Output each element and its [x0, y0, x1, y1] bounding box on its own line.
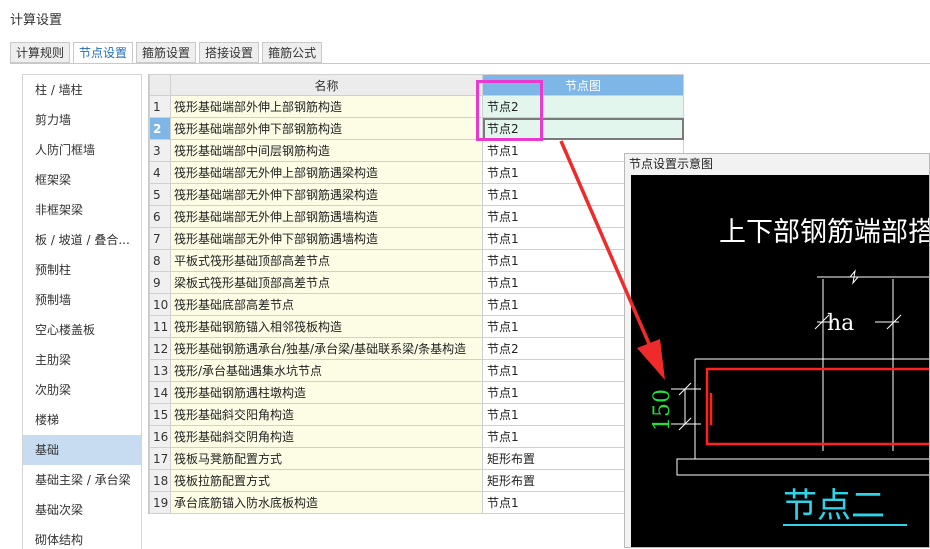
sidebar-item[interactable]: 非框架梁 [23, 195, 141, 225]
table-header-row: 名称 节点图 [149, 74, 684, 96]
red-rebar [705, 367, 929, 446]
row-number: 11 [149, 315, 171, 338]
row-number: 12 [149, 337, 171, 360]
node-settings-table: 名称 节点图 1 筏形基础端部外伸上部钢筋构造 节点2 2 筏形基础端部外伸下部钢筋构造… [148, 74, 684, 514]
table-row[interactable]: 19 承台底筋锚入防水底板构造 节点1 [149, 491, 684, 514]
table-row[interactable]: 14 筏形基础钢筋遇柱墩构造 节点1 [149, 381, 684, 404]
row-number: 8 [149, 249, 171, 272]
row-number: 17 [149, 447, 171, 470]
table-row[interactable]: 2 筏形基础端部外伸下部钢筋构造 节点2 [149, 117, 684, 140]
tab-stirrup-formula[interactable]: 箍筋公式 [262, 42, 323, 63]
row-name-cell: 筏形基础端部无外伸上部钢筋遇梁构造 [170, 161, 483, 184]
row-name-cell: 筏形基础底部高差节点 [170, 293, 483, 316]
table-row[interactable]: 15 筏形基础斜交阳角构造 节点1 [149, 403, 684, 426]
tab-stirrup-settings[interactable]: 箍筋设置 [136, 42, 197, 63]
row-number: 15 [149, 403, 171, 426]
table-row[interactable]: 16 筏形基础斜交阴角构造 节点1 [149, 425, 684, 448]
diagram-caption: 节点二 [783, 486, 885, 526]
sidebar-item[interactable]: 楼梯 [23, 405, 141, 435]
sidebar-item[interactable]: 预制柱 [23, 255, 141, 285]
table-row[interactable]: 9 梁板式筏形基础顶部高差节点 节点1 [149, 271, 684, 294]
tab-bar: 计算规则 节点设置 箍筋设置 搭接设置 箍筋公式 [10, 42, 323, 64]
table-row[interactable]: 1 筏形基础端部外伸上部钢筋构造 节点2 [149, 95, 684, 118]
row-name-cell: 筏板马凳筋配置方式 [170, 447, 483, 470]
row-name-cell: 筏形基础端部外伸上部钢筋构造 [170, 95, 483, 118]
table-row[interactable]: 10 筏形基础底部高差节点 节点1 [149, 293, 684, 316]
node-diagram-drawing: 上下部钢筋端部搭 ha 150 节点二 [650, 217, 930, 526]
table-row[interactable]: 12 筏形基础钢筋遇承台/独基/承台梁/基础联系梁/条基构造 节点2 [149, 337, 684, 360]
row-name-cell: 筏形基础钢筋锚入相邻筏板构造 [170, 315, 483, 338]
sidebar-item[interactable]: 次肋梁 [23, 375, 141, 405]
sidebar-item[interactable]: 空心楼盖板 [23, 315, 141, 345]
row-number: 4 [149, 161, 171, 184]
row-name-cell: 筏形基础端部无外伸上部钢筋遇墙构造 [170, 205, 483, 228]
table-row[interactable]: 5 筏形基础端部无外伸下部钢筋遇梁构造 节点1 [149, 183, 684, 206]
sidebar-item[interactable]: 板 / 坡道 / 叠合... [23, 225, 141, 255]
row-name-cell: 筏形基础端部外伸下部钢筋构造 [170, 117, 483, 140]
row-name-cell: 筏形基础端部无外伸下部钢筋遇梁构造 [170, 183, 483, 206]
row-number: 5 [149, 183, 171, 206]
row-name-cell: 筏形基础端部中间层钢筋构造 [170, 139, 483, 162]
row-name-cell: 承台底筋锚入防水底板构造 [170, 491, 483, 514]
row-number: 19 [149, 491, 171, 514]
column-header-name[interactable]: 名称 [170, 74, 483, 96]
row-number: 16 [149, 425, 171, 448]
row-number: 2 [149, 117, 171, 140]
table-row[interactable]: 17 筏板马凳筋配置方式 矩形布置 [149, 447, 684, 470]
dimension-150: 150 [650, 389, 675, 431]
row-name-cell: 筏形/承台基础遇集水坑节点 [170, 359, 483, 382]
preview-title: 节点设置示意图 [629, 157, 714, 171]
sidebar-item[interactable]: 剪力墙 [23, 105, 141, 135]
sidebar-item[interactable]: 砌体结构 [23, 525, 141, 549]
table-row[interactable]: 13 筏形/承台基础遇集水坑节点 节点1 [149, 359, 684, 382]
table-row[interactable]: 4 筏形基础端部无外伸上部钢筋遇梁构造 节点1 [149, 161, 684, 184]
sidebar-item[interactable]: 人防门框墙 [23, 135, 141, 165]
dimension-ha: ha [827, 311, 854, 336]
sidebar-item[interactable]: 基础 [23, 435, 141, 465]
row-number: 3 [149, 139, 171, 162]
sidebar-item[interactable]: 框架梁 [23, 165, 141, 195]
node-preview-panel: 节点设置示意图 上下部钢筋端部搭 ha 150 节点二 [624, 153, 930, 548]
row-name-cell: 筏形基础钢筋遇承台/独基/承台梁/基础联系梁/条基构造 [170, 337, 483, 360]
row-number: 1 [149, 95, 171, 118]
row-name-cell: 筏形基础斜交阴角构造 [170, 425, 483, 448]
table-row[interactable]: 11 筏形基础钢筋锚入相邻筏板构造 节点1 [149, 315, 684, 338]
table-row[interactable]: 18 筏板拉筋配置方式 矩形布置 [149, 469, 684, 492]
row-name-cell: 筏形基础端部无外伸下部钢筋遇墙构造 [170, 227, 483, 250]
window-title: 计算设置 [10, 13, 63, 28]
diagram-heading: 上下部钢筋端部搭 [719, 217, 930, 248]
node-diagram: 上下部钢筋端部搭 ha 150 节点二 [631, 175, 930, 547]
row-number: 9 [149, 271, 171, 294]
tab-divider [10, 63, 930, 64]
sidebar-item[interactable]: 预制墙 [23, 285, 141, 315]
row-number: 7 [149, 227, 171, 250]
row-name-cell: 筏形基础钢筋遇柱墩构造 [170, 381, 483, 404]
tab-calc-rules[interactable]: 计算规则 [10, 42, 71, 63]
sidebar-item[interactable]: 基础主梁 / 承台梁 [23, 465, 141, 495]
tab-lap-settings[interactable]: 搭接设置 [199, 42, 260, 63]
table-row[interactable]: 7 筏形基础端部无外伸下部钢筋遇墙构造 节点1 [149, 227, 684, 250]
table-row[interactable]: 8 平板式筏形基础顶部高差节点 节点1 [149, 249, 684, 272]
row-number: 6 [149, 205, 171, 228]
row-name-cell: 梁板式筏形基础顶部高差节点 [170, 271, 483, 294]
row-number: 18 [149, 469, 171, 492]
row-number: 10 [149, 293, 171, 316]
row-name-cell: 筏形基础斜交阳角构造 [170, 403, 483, 426]
sidebar-item[interactable]: 基础次梁 [23, 495, 141, 525]
sidebar-item[interactable]: 柱 / 墙柱 [23, 75, 141, 105]
annotation-highlight-box [476, 80, 543, 141]
sidebar-item[interactable]: 主肋梁 [23, 345, 141, 375]
row-name-cell: 筏板拉筋配置方式 [170, 469, 483, 492]
table-row[interactable]: 6 筏形基础端部无外伸上部钢筋遇墙构造 节点1 [149, 205, 684, 228]
tab-node-settings[interactable]: 节点设置 [73, 42, 134, 64]
row-number: 14 [149, 381, 171, 404]
row-name-cell: 平板式筏形基础顶部高差节点 [170, 249, 483, 272]
component-sidebar: 柱 / 墙柱 剪力墙 人防门框墙 框架梁 非框架梁板 / 坡道 / 叠合... 预制柱 预制… [22, 74, 142, 549]
row-number-header [149, 74, 171, 96]
table-row[interactable]: 3 筏形基础端部中间层钢筋构造 节点1 [149, 139, 684, 162]
row-number: 13 [149, 359, 171, 382]
